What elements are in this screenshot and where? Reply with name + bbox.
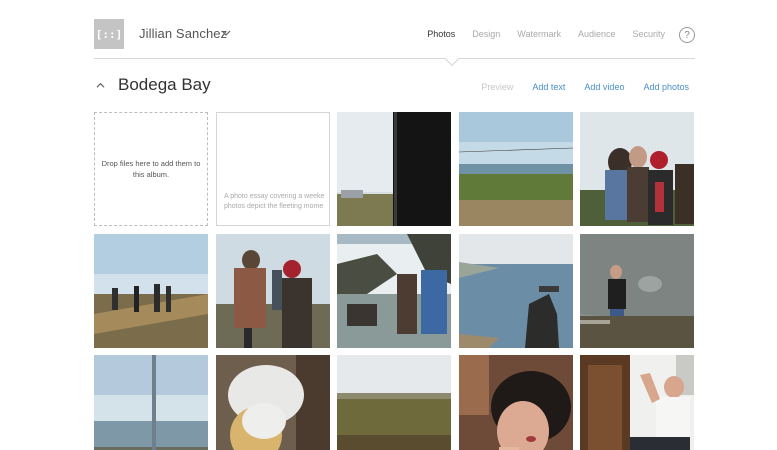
photo-tile[interactable] [580,112,694,226]
photo-tile[interactable] [459,234,573,348]
drop-zone[interactable]: Drop files here to add them to this albu… [94,112,208,226]
essay-text: A photo essay covering a weeke photos dep… [224,193,325,210]
add-video-button[interactable]: Add video [584,82,624,92]
photo-tile[interactable] [337,234,451,348]
drop-zone-text: Drop files here to add them to this albu… [101,159,201,179]
add-photos-button[interactable]: Add photos [643,82,689,92]
main-nav: Photos Design Watermark Audience Securit… [410,29,665,39]
photo-tile[interactable] [580,234,694,348]
nav-watermark[interactable]: Watermark [517,29,561,39]
photo-tile[interactable] [94,355,208,450]
album-actions: Preview Add text Add video Add photos [462,82,689,92]
photo-grid: Drop files here to add them to this albu… [94,112,695,450]
help-button[interactable]: ? [679,27,695,43]
text-tile[interactable]: A photo essay covering a weeke photos dep… [216,112,330,226]
active-nav-indicator [444,51,460,67]
photo-tile[interactable] [459,112,573,226]
photo-tile[interactable] [216,234,330,348]
photo-tile[interactable] [216,355,330,450]
logo[interactable]: [::] [94,19,124,49]
photo-tile[interactable] [459,355,573,450]
nav-design[interactable]: Design [472,29,500,39]
chevron-down-icon[interactable] [221,28,231,38]
nav-audience[interactable]: Audience [578,29,616,39]
add-text-button[interactable]: Add text [532,82,565,92]
nav-security[interactable]: Security [632,29,665,39]
photo-tile[interactable] [337,112,451,226]
photo-tile[interactable] [580,355,694,450]
app-header: [::] Jillian Sanchez Photos Design Water… [94,19,695,67]
photo-tile[interactable] [337,355,451,450]
preview-button[interactable]: Preview [481,82,513,92]
album-bar: Bodega Bay Preview Add text Add video Ad… [94,74,695,98]
chevron-up-icon[interactable] [96,81,105,90]
album-title: Bodega Bay [118,75,211,94]
user-name[interactable]: Jillian Sanchez [139,26,227,41]
nav-photos[interactable]: Photos [427,29,455,39]
photo-tile[interactable] [94,234,208,348]
